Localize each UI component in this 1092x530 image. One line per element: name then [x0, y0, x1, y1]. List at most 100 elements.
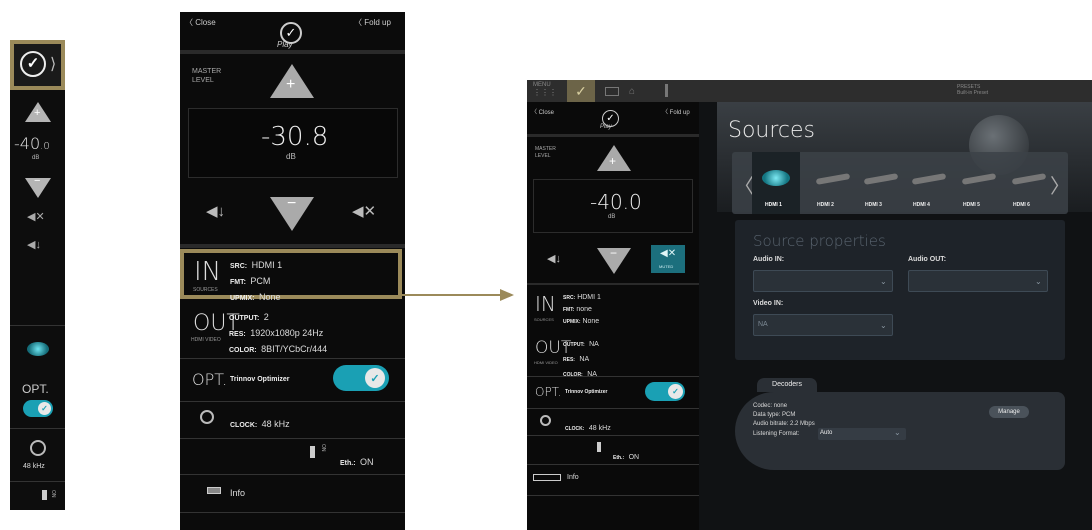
fold-up-button[interactable]: 〈 Fold up: [354, 17, 391, 28]
sources-block[interactable]: IN SOURCES SRC: HDMI 1 FMT: none UPMIX: …: [527, 288, 699, 330]
ethernet-icon: [597, 442, 601, 452]
volume-down-button[interactable]: −: [25, 175, 51, 200]
info-label: Info: [567, 474, 579, 481]
source-item-hdmi1[interactable]: HDMI 1: [752, 152, 800, 214]
volume-down-button[interactable]: −: [597, 246, 631, 274]
clock-sync-icon: [540, 415, 551, 426]
menu-button[interactable]: MENU ⋮⋮⋮: [533, 82, 557, 97]
speaker-icon[interactable]: ⌂: [629, 86, 635, 97]
source-item-hdmi4[interactable]: HDMI 4: [906, 152, 951, 214]
preset-name: Built-in Preset: [957, 90, 989, 96]
manage-button[interactable]: Manage: [989, 406, 1029, 418]
src-value: HDMI 1: [577, 294, 601, 301]
info-button[interactable]: Info: [527, 467, 699, 491]
play-tab[interactable]: ✓: [567, 80, 595, 102]
master-level-value: -30.8: [261, 122, 329, 152]
level-display: -30.8 dB: [188, 108, 398, 178]
mute-button[interactable]: ◀✕ MUTED: [651, 245, 685, 273]
opt-label: OPT.: [192, 370, 228, 389]
chevron-left-icon[interactable]: 〈: [734, 170, 754, 199]
source-item-hdmi6[interactable]: HDMI 6: [1006, 152, 1051, 214]
master-level-label: MASTER LEVEL: [192, 68, 222, 84]
sources-screen: MENU ⋮⋮⋮ ✓ ⌂ PRESETS Built-in Preset 〈 C…: [527, 80, 1092, 530]
mute-icon: ◀✕: [660, 248, 677, 259]
clock-value: 48 kHz: [261, 419, 290, 429]
res-label: RES:: [563, 357, 575, 363]
source-item-hdmi2[interactable]: HDMI 2: [810, 152, 855, 214]
chevron-right-icon[interactable]: 〉: [1050, 170, 1070, 199]
audio-out-select[interactable]: ⌄: [908, 270, 1048, 292]
volume-up-button[interactable]: +: [25, 102, 51, 124]
connector-arrow: [402, 289, 514, 301]
audio-in-select[interactable]: ⌄: [753, 270, 893, 292]
res-value: NA: [579, 356, 590, 363]
chevron-down-icon: ⌄: [880, 321, 887, 330]
sources-block[interactable]: IN SOURCES SRC: HDMI 1 FMT: PCM UPMIX: N…: [180, 249, 402, 302]
src-label: SRC:: [563, 295, 576, 301]
eth-value: ON: [628, 454, 640, 461]
eth-label: Eth.:: [340, 460, 356, 467]
master-level-label: MASTER LEVEL: [535, 146, 556, 159]
volume-down-button[interactable]: −: [270, 195, 314, 231]
out-caption: HDMI VIDEO: [534, 360, 558, 365]
fold-label: Fold up: [364, 18, 391, 27]
chevron-right-icon: ⟩: [50, 56, 57, 73]
source-item-hdmi5[interactable]: HDMI 5: [956, 152, 1001, 214]
optimizer-toggle[interactable]: ✓: [645, 382, 685, 401]
mic-icon[interactable]: [665, 84, 668, 97]
output-value: 2: [263, 312, 269, 322]
in-caption: SOURCES: [193, 287, 218, 293]
output-block[interactable]: OUT HDMI VIDEO OUTPUT: 2 RES: 1920x1080p…: [180, 305, 405, 355]
in-label: IN: [194, 257, 222, 287]
clock-label: CLOCK:: [565, 426, 585, 432]
close-button[interactable]: 〈 Close: [531, 107, 554, 116]
volume-up-button[interactable]: +: [270, 64, 314, 98]
logo-text: Play: [600, 124, 612, 130]
listening-format-label: Listening Format:: [753, 431, 800, 437]
upmix-label: UPMIX:: [563, 319, 581, 325]
color-label: COLOR:: [229, 347, 257, 354]
check-icon: ✓: [365, 368, 385, 388]
manage-label: Manage: [998, 409, 1020, 415]
mute-icon[interactable]: ◀✕: [352, 202, 376, 220]
fold-label: Fold up: [669, 110, 690, 116]
fold-up-button[interactable]: 〈 Fold up: [662, 107, 690, 116]
mute-icon[interactable]: ◀✕: [27, 210, 45, 223]
listening-format-value: Auto: [820, 430, 833, 436]
output-label: OUTPUT:: [563, 342, 585, 348]
optimizer-toggle[interactable]: ✓: [23, 400, 53, 417]
upmix-value: None: [582, 318, 600, 325]
optimizer-label: Trinnov Optimizer: [565, 389, 608, 395]
res-value: 1920x1080p 24Hz: [250, 328, 324, 338]
upmix-label: UPMIX:: [230, 295, 255, 302]
video-in-select[interactable]: NA ⌄: [753, 314, 893, 336]
presets-indicator[interactable]: PRESETS Built-in Preset: [957, 84, 988, 96]
output-block[interactable]: OUT HDMI VIDEO OUTPUT: NA RES: NA COLOR:…: [527, 333, 699, 378]
listening-format-select[interactable]: Auto ⌄: [818, 428, 906, 440]
out-caption: HDMI VIDEO: [191, 337, 221, 343]
ethernet-icon: [310, 446, 315, 458]
source-item-hdmi3[interactable]: HDMI 3: [858, 152, 903, 214]
info-button[interactable]: Info: [180, 477, 405, 509]
clock-sync-icon: [30, 440, 46, 456]
optimizer-label: Trinnov Optimizer: [230, 376, 290, 383]
logo-text: Play: [277, 40, 293, 49]
close-button[interactable]: 〈 Close: [185, 17, 216, 28]
upmix-value: None: [258, 292, 281, 302]
logo-button[interactable]: ✓ ⟩: [10, 40, 65, 90]
optimizer-toggle[interactable]: ✓: [333, 365, 389, 391]
volume-decrease-icon[interactable]: ◀↓: [547, 252, 561, 265]
decoders-tab[interactable]: Decoders: [757, 378, 817, 392]
source-label: HDMI 4: [913, 202, 930, 208]
fmt-label: FMT:: [230, 279, 246, 286]
volume-decrease-icon[interactable]: ◀↓: [27, 238, 41, 251]
volume-decrease-icon[interactable]: ◀↓: [206, 202, 225, 220]
hdmi-cable-icon[interactable]: [27, 342, 49, 356]
fmt-value: PCM: [250, 276, 271, 286]
check-icon: ✓: [668, 384, 683, 399]
clock-value: 48 kHz: [588, 425, 611, 432]
monitor-icon[interactable]: [605, 87, 619, 96]
volume-up-button[interactable]: +: [597, 145, 631, 171]
color-value: 8BIT/YCbCr/444: [261, 344, 328, 354]
fmt-value: none: [576, 306, 592, 313]
